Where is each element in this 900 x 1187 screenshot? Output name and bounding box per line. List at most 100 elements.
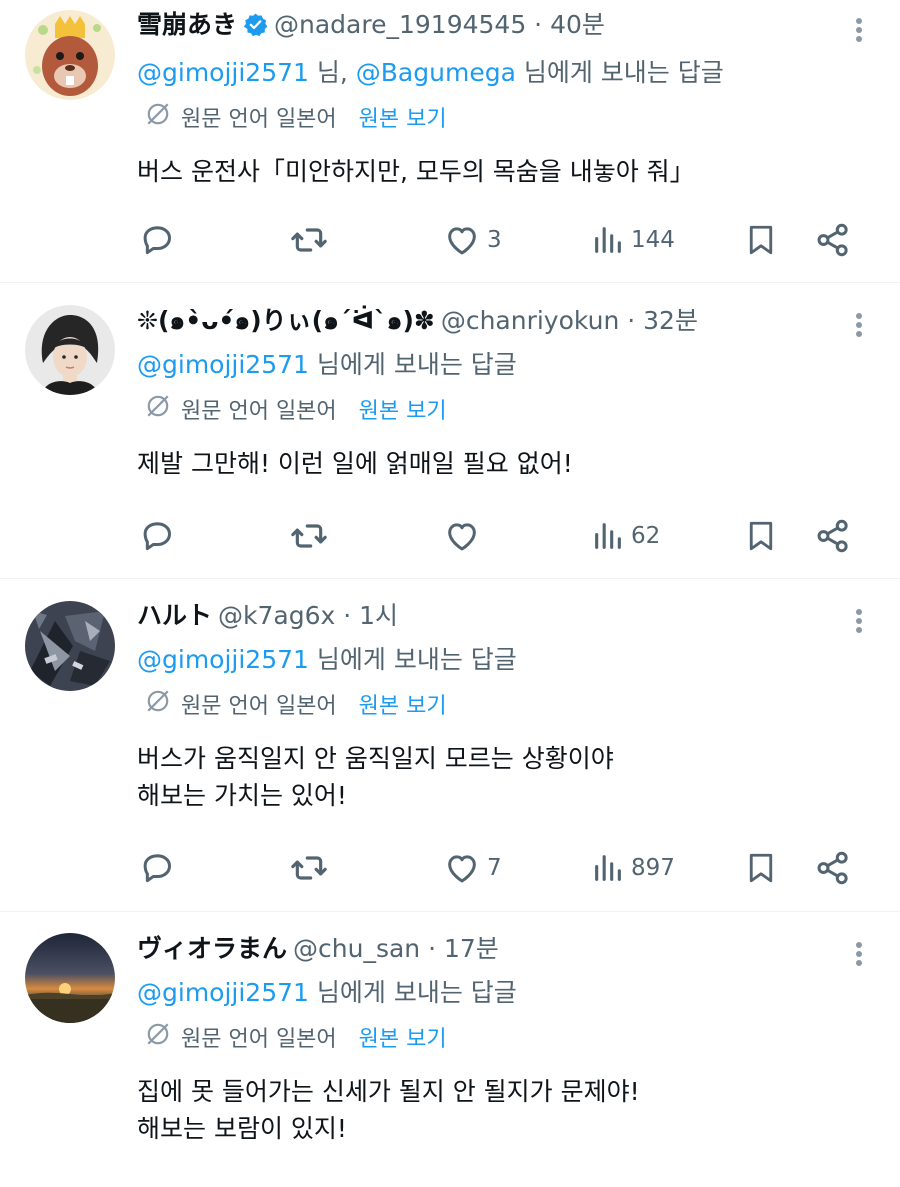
translate-globe-icon [145, 688, 171, 720]
replying-suffix: 님에게 보내는 답글 [308, 350, 517, 379]
reply-tweet[interactable]: ヴィオラまん @chu_san · 17분 @gimojji2571 님에게 보내… [0, 912, 900, 1187]
tweet-text: 버스 운전사「미안하지만, 모두의 목숨을 내놓아 줘」 [137, 153, 860, 190]
avatar[interactable] [25, 601, 115, 691]
tweet-text-line: 버스 운전사「미안하지만, 모두의 목숨을 내놓아 줘」 [137, 157, 695, 186]
tweet-text-line: 해보는 보람이 있지! [137, 1114, 347, 1143]
views-button[interactable]: 62 [591, 516, 660, 556]
mention-link[interactable]: @gimojji2571 [137, 58, 309, 87]
translation-notice: 원문 언어 일본어 원본 보기 [137, 1019, 860, 1055]
bookmark-button[interactable] [743, 516, 779, 556]
reply-icon [143, 854, 172, 883]
views-icon [595, 523, 621, 549]
views-icon [595, 855, 621, 881]
mention-link[interactable]: @Bagumega [356, 58, 516, 87]
reply-button[interactable] [138, 848, 182, 888]
replying-to: @gimojji2571 님에게 보내는 답글 [137, 975, 860, 1011]
heart-icon [448, 855, 476, 883]
mention-link[interactable]: @gimojji2571 [137, 645, 309, 674]
reply-icon [143, 522, 172, 551]
retweet-button[interactable] [289, 516, 335, 556]
reply-button[interactable] [138, 220, 182, 260]
translate-globe-icon [145, 1021, 171, 1053]
view-original-link[interactable]: 원본 보기 [359, 393, 447, 425]
user-handle[interactable]: @chu_san [293, 934, 420, 963]
like-button[interactable]: 3 [443, 220, 502, 260]
display-name[interactable]: 雪崩あき [137, 10, 237, 39]
avatar-image [25, 933, 115, 1023]
translate-label: 원문 언어 일본어 [181, 1027, 337, 1052]
avatar[interactable] [25, 933, 115, 1023]
retweet-button[interactable] [289, 848, 335, 888]
like-button[interactable]: 7 [443, 848, 502, 888]
replying-suffix: 님에게 보내는 답글 [308, 645, 517, 674]
tweet-text-line: 해보는 가치는 있어! [137, 781, 347, 810]
display-name[interactable]: ❊(๑•̀ᴗ•́๑)りぃ(๑´ᐛ`๑)✽ [137, 306, 435, 335]
action-bar: 7 897 [138, 848, 858, 888]
reply-tweet[interactable]: ハルト @k7ag6x · 1시 @gimojji2571 님에게 보내는 답글 … [0, 579, 900, 912]
replying-to: @gimojji2571 님, @Bagumega 님에게 보내는 답글 [137, 55, 860, 91]
view-original-link[interactable]: 원본 보기 [359, 688, 447, 720]
view-original-link[interactable]: 원본 보기 [359, 1021, 447, 1053]
retweet-icon [291, 228, 327, 252]
retweet-icon [291, 856, 327, 880]
separator-dot: · [420, 934, 444, 963]
replying-to: @gimojji2571 님에게 보내는 답글 [137, 642, 860, 678]
views-button[interactable]: 144 [591, 220, 675, 260]
like-button[interactable] [443, 516, 487, 556]
timestamp[interactable]: 17분 [444, 934, 499, 963]
timestamp[interactable]: 40분 [550, 10, 605, 39]
reply-tweet[interactable]: 雪崩あき @nadare_19194545 · 40분 @gimojji2571 … [0, 0, 900, 283]
like-count: 3 [487, 227, 502, 253]
bookmark-icon [749, 521, 773, 551]
share-button[interactable] [814, 848, 852, 888]
views-button[interactable]: 897 [591, 848, 675, 888]
tweet-header: 雪崩あき @nadare_19194545 · 40분 [137, 7, 860, 47]
display-name[interactable]: ハルト [137, 601, 212, 630]
share-button[interactable] [814, 220, 852, 260]
views-count: 62 [631, 523, 661, 549]
heart-icon [448, 227, 476, 255]
separator-dot: · [526, 10, 551, 39]
bookmark-button[interactable] [743, 220, 779, 260]
replying-suffix: 님에게 보내는 답글 [515, 58, 724, 87]
translation-notice: 원문 언어 일본어 원본 보기 [137, 99, 860, 135]
bookmark-button[interactable] [743, 848, 779, 888]
user-handle[interactable]: @k7ag6x [218, 601, 335, 630]
view-original-link[interactable]: 원본 보기 [359, 101, 447, 133]
tweet-header: ❊(๑•̀ᴗ•́๑)りぃ(๑´ᐛ`๑)✽ @chanriyokun · 32분 [137, 303, 860, 339]
user-handle[interactable]: @chanriyokun [441, 306, 619, 335]
translate-label: 원문 언어 일본어 [181, 694, 337, 719]
retweet-icon [291, 524, 327, 548]
bookmark-icon [749, 853, 773, 883]
mention-link[interactable]: @gimojji2571 [137, 350, 309, 379]
timestamp[interactable]: 1시 [359, 601, 398, 630]
retweet-button[interactable] [289, 220, 335, 260]
display-name[interactable]: ヴィオラまん [137, 934, 287, 963]
action-bar: 62 [138, 516, 858, 556]
reply-button[interactable] [138, 516, 182, 556]
avatar-image [25, 601, 115, 691]
mention-link[interactable]: @gimojji2571 [137, 978, 309, 1007]
avatar[interactable] [25, 305, 115, 395]
reply-feed: 雪崩あき @nadare_19194545 · 40분 @gimojji2571 … [0, 0, 900, 1187]
views-count: 897 [631, 855, 675, 881]
translate-label: 원문 언어 일본어 [181, 399, 337, 424]
verified-badge-icon [243, 11, 268, 47]
timestamp[interactable]: 32분 [643, 306, 698, 335]
translation-notice: 원문 언어 일본어 원본 보기 [137, 686, 860, 722]
tweet-text: 제발 그만해! 이런 일에 얽매일 필요 없어! [137, 445, 860, 482]
translation-notice: 원문 언어 일본어 원본 보기 [137, 391, 860, 427]
share-button[interactable] [814, 516, 852, 556]
avatar[interactable] [25, 10, 115, 100]
avatar-image [25, 305, 115, 395]
tweet-text: 버스가 움직일지 안 움직일지 모르는 상황이야 해보는 가치는 있어! [137, 740, 860, 814]
tweet-header: ハルト @k7ag6x · 1시 [137, 598, 860, 634]
action-bar: 3 144 [138, 220, 858, 260]
reply-tweet[interactable]: ❊(๑•̀ᴗ•́๑)りぃ(๑´ᐛ`๑)✽ @chanriyokun · 32분 @… [0, 283, 900, 579]
replying-to: @gimojji2571 님에게 보내는 답글 [137, 347, 860, 383]
replying-separator: 님, [308, 58, 356, 87]
views-count: 144 [631, 227, 675, 253]
avatar-image [25, 10, 115, 100]
tweet-text: 집에 못 들어가는 신세가 될지 안 될지가 문제야! 해보는 보람이 있지! [137, 1073, 860, 1147]
user-handle[interactable]: @nadare_19194545 [274, 10, 526, 39]
